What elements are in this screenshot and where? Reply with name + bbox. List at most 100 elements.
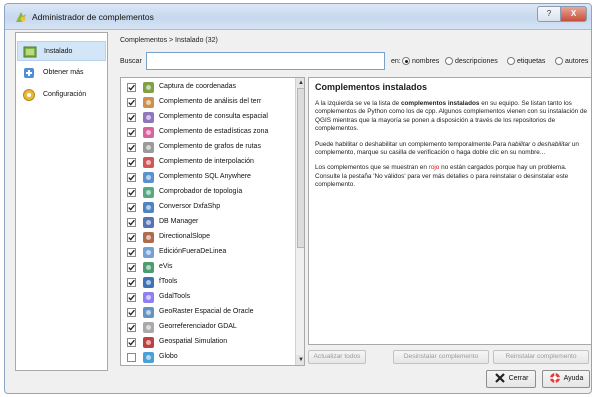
search-label: Buscar (120, 58, 142, 65)
checkbox-checked[interactable] (127, 203, 136, 212)
plugin-name: Globo (159, 353, 178, 360)
checkbox-checked[interactable] (127, 188, 136, 197)
text-run: Puede habilitar o deshabilitar un comple… (315, 140, 508, 148)
plugin-name: Comprobador de topología (159, 188, 243, 195)
filter-label-tags: etiquetas (517, 58, 546, 65)
title-bar[interactable]: Administrador de complementos ? X (5, 4, 591, 30)
plugin-list[interactable]: Captura de coordenadas Complemento de aná… (120, 77, 305, 366)
plugin-name: Complemento de consulta espacial (159, 113, 268, 120)
checkbox-checked[interactable] (127, 278, 136, 287)
plugin-name: GeoRaster Espacial de Oracle (159, 308, 254, 315)
checkbox-checked[interactable] (127, 248, 136, 257)
plugin-name: fTools (159, 278, 178, 285)
database-icon (143, 217, 154, 228)
gdal-icon (143, 292, 154, 303)
dxf-converter-icon (143, 202, 154, 213)
sql-anywhere-icon (143, 172, 154, 183)
description-panel: Complementos instalados A la izquierda s… (308, 77, 591, 345)
plugin-name: eVis (159, 263, 173, 270)
scroll-up-arrow-icon[interactable]: ▲ (296, 78, 304, 88)
plugin-name: DirectionalSlope (159, 233, 210, 240)
sidebar: Instalado Obtener más Configuración (15, 32, 108, 371)
filter-radio-names[interactable] (402, 57, 410, 65)
georeferencer-icon (143, 322, 154, 333)
description-paragraph-1: A la izquierda se ve la lista de complem… (315, 100, 589, 134)
plugin-name: GdalTools (159, 293, 191, 300)
plugin-name: EdiciónFueraDeLinea (159, 248, 227, 255)
plugin-name: Complemento de análisis del terr (159, 98, 262, 105)
checkbox-checked[interactable] (127, 173, 136, 182)
checkbox-checked[interactable] (127, 218, 136, 227)
close-button-label: Cerrar (508, 375, 529, 382)
description-paragraph-2: Puede habilitar o deshabilitar un comple… (315, 141, 589, 158)
help-button[interactable]: Ayuda (542, 370, 590, 388)
filter-label-names: nombres (412, 58, 440, 65)
checkbox-checked[interactable] (127, 128, 136, 137)
checkbox-checked[interactable] (127, 293, 136, 302)
sidebar-item-get-more[interactable]: Obtener más (17, 63, 106, 83)
plugin-manager-window: Administrador de complementos ? X Instal… (4, 3, 592, 394)
sidebar-item-installed[interactable]: Instalado (17, 41, 106, 61)
checkbox-checked[interactable] (127, 158, 136, 167)
search-input[interactable] (146, 52, 385, 70)
close-button[interactable]: Cerrar (486, 370, 536, 388)
terrain-icon (143, 97, 154, 108)
slope-icon (143, 232, 154, 243)
ftools-icon (143, 277, 154, 288)
reinstall-plugin-button[interactable]: Reinstalar complemento (493, 350, 589, 364)
uninstall-plugin-button[interactable]: Desinstalar complemento (393, 350, 489, 364)
update-all-button[interactable]: Actualizar todos (308, 350, 366, 364)
sidebar-item-label: Instalado (44, 48, 73, 55)
window-title: Administrador de complementos (32, 12, 154, 22)
road-graph-icon (143, 142, 154, 153)
breadcrumb: Complementos > Instalado (32) (120, 37, 218, 44)
sidebar-item-label: Obtener más (43, 69, 84, 76)
checkbox-checked[interactable] (127, 308, 136, 317)
globe-icon (143, 352, 154, 363)
checkbox-checked[interactable] (127, 143, 136, 152)
window-help-button[interactable]: ? (537, 6, 561, 22)
scroll-down-arrow-icon[interactable]: ▼ (296, 355, 304, 365)
get-more-icon (24, 68, 34, 78)
plugin-name: Complemento de grafos de rutas (159, 143, 261, 150)
description-title: Complementos instalados (315, 82, 428, 92)
filter-radio-authors[interactable] (555, 57, 563, 65)
topology-icon (143, 187, 154, 198)
checkbox-checked[interactable] (127, 323, 136, 332)
window-close-button[interactable]: X (560, 6, 587, 22)
georaster-icon (143, 307, 154, 318)
plugin-name: Complemento SQL Anywhere (159, 173, 251, 180)
sidebar-item-label: Configuración (43, 91, 87, 98)
sidebar-item-settings[interactable]: Configuración (17, 85, 106, 105)
text-run-red: rojo (428, 164, 440, 172)
filter-label-authors: autores (565, 58, 589, 65)
text-run-italic: deshabilitar (537, 140, 571, 148)
text-run: Los complementos que se muestran en (315, 164, 429, 172)
checkbox-checked[interactable] (127, 113, 136, 122)
filter-radio-tags[interactable] (507, 57, 515, 65)
checkbox-checked[interactable] (127, 83, 136, 92)
checkbox-checked[interactable] (127, 338, 136, 347)
text-run: A la izquierda se ve la lista de (315, 100, 401, 107)
checkbox-checked[interactable] (127, 263, 136, 272)
checkbox-checked[interactable] (127, 98, 136, 107)
plugin-row[interactable]: Globo (121, 349, 295, 365)
crosshair-icon (143, 82, 154, 93)
plugin-name: Complemento de interpolación (159, 158, 254, 165)
checkbox-checked[interactable] (127, 233, 136, 242)
simulation-icon (143, 337, 154, 348)
help-lifebuoy-icon (549, 373, 560, 384)
offline-edit-icon (143, 247, 154, 258)
text-run-bold: complementos instalados (400, 100, 480, 107)
checkbox-unchecked[interactable] (127, 353, 136, 362)
scrollbar-thumb[interactable] (297, 88, 304, 248)
spatial-query-icon (143, 112, 154, 123)
settings-gear-icon (23, 89, 35, 101)
plugin-list-scrollbar[interactable]: ▲ ▼ (295, 78, 304, 365)
filter-radio-descriptions[interactable] (445, 57, 453, 65)
plugin-name: Captura de coordenadas (159, 83, 237, 90)
description-paragraph-3: Los complementos que se muestran en rojo… (315, 164, 589, 189)
installed-plugin-icon (23, 46, 37, 58)
search-scope-label: en: (391, 58, 401, 65)
plugin-name: Conversor DxfaShp (159, 203, 221, 210)
